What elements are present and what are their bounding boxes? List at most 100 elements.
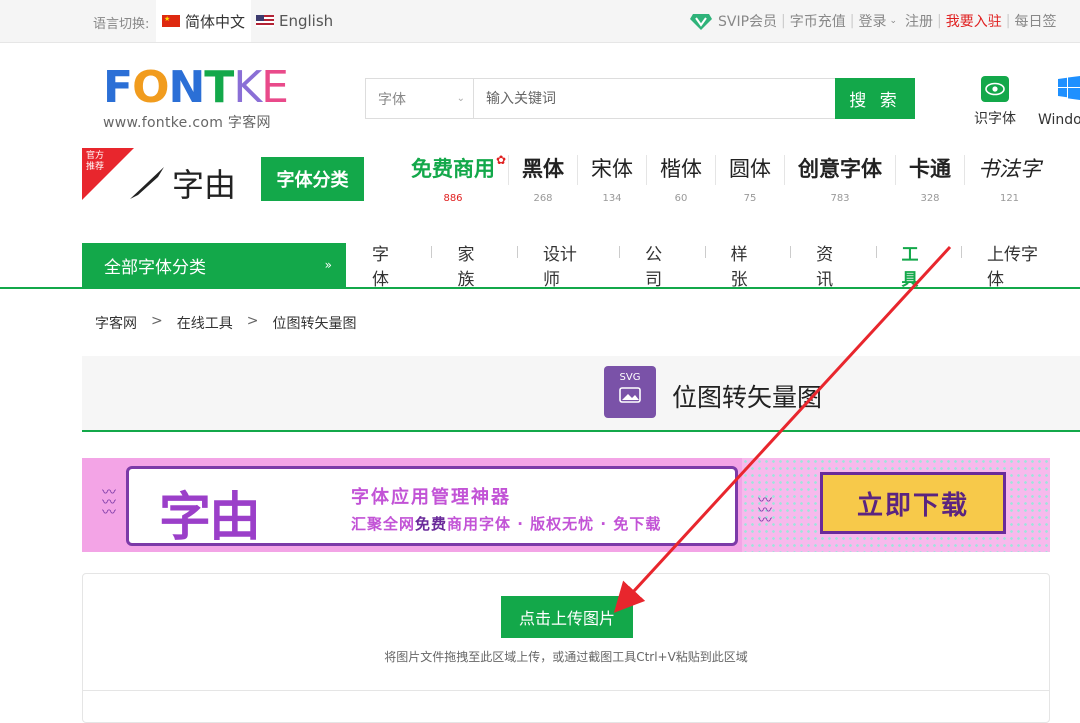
banner-subline-c: 商用字体 · 版权无忧 · 免下载 xyxy=(447,515,662,533)
windows-tool[interactable]: Windo xyxy=(1038,76,1080,128)
separator: | xyxy=(937,13,942,29)
lang-cn-label: 简体中文 xyxy=(185,12,246,31)
banner-brand: 字由 xyxy=(159,487,261,548)
font-cat-name: 宋体 xyxy=(591,157,633,181)
banner-wave-decoration: 〰〰〰 xyxy=(102,485,116,521)
font-cat-count: 121 xyxy=(999,193,1020,204)
font-cat-count: 75 xyxy=(743,193,757,204)
windows-label: Windo xyxy=(1038,112,1080,128)
daily-signin-link[interactable]: 每日签 xyxy=(1014,11,1056,31)
font-cat-name: 黑体 xyxy=(522,157,564,181)
user-links: SVIP会员 | 字币充值 | 登录 ⌄ 注册 | 我要入驻 | 每日签 xyxy=(690,11,1056,31)
search-type-value: 字体 xyxy=(378,91,406,108)
ziyou-ad-banner[interactable]: 〰〰〰 字由 字体应用管理神器 汇聚全网免费商用字体 · 版权无忧 · 免下载 … xyxy=(82,458,1050,552)
main-nav: 全部字体分类 » 字体 家族 设计师 公司 样张 资讯 工具 上传字体 xyxy=(0,240,1080,290)
tool-header: SVG 位图转矢量图 xyxy=(82,356,1080,432)
font-cat-creative[interactable]: 创意字体 783 xyxy=(785,155,896,204)
site-logo[interactable]: FONTKE www.fontke.com 字客网 xyxy=(103,62,289,132)
divider xyxy=(83,690,1049,691)
font-category-list: 免费商用 ✿ 886 黑体 268 宋体 134 楷体 60 圆体 75 创意字… xyxy=(398,153,1054,204)
login-link[interactable]: 登录 xyxy=(858,11,886,31)
font-cat-calligraphy[interactable]: 书法字 121 xyxy=(965,155,1054,204)
font-cat-name: 圆体 xyxy=(729,157,771,181)
font-cat-count: 134 xyxy=(602,193,622,204)
nav-items: 字体 家族 设计师 公司 样张 资讯 工具 上传字体 xyxy=(346,240,1080,290)
font-cat-heiti[interactable]: 黑体 268 xyxy=(509,155,578,204)
eye-scan-icon xyxy=(981,76,1009,102)
brush-stroke-icon xyxy=(130,167,164,199)
all-categories-menu[interactable]: 全部字体分类 » xyxy=(82,243,346,287)
breadcrumb-home[interactable]: 字客网 xyxy=(95,313,137,333)
font-cat-songti[interactable]: 宋体 134 xyxy=(578,155,647,204)
font-cat-cartoon[interactable]: 卡通 328 xyxy=(896,155,965,204)
us-flag-icon xyxy=(256,15,274,27)
china-flag-icon xyxy=(162,15,180,27)
font-cat-count: 328 xyxy=(920,193,940,204)
search-type-select[interactable]: 字体 ⌄ xyxy=(366,79,474,118)
nav-item-upload-font[interactable]: 上传字体 xyxy=(961,240,1080,290)
font-cat-free-commercial[interactable]: 免费商用 ✿ 886 xyxy=(398,153,509,204)
chevron-down-icon: ⌄ xyxy=(456,93,465,104)
banner-subline: 汇聚全网免费商用字体 · 版权无忧 · 免下载 xyxy=(351,513,661,534)
upload-hint: 将图片文件拖拽至此区域上传，或通过截图工具Ctrl+V粘贴到此区域 xyxy=(384,650,748,664)
banner-download-button[interactable]: 立即下载 xyxy=(820,472,1006,534)
breadcrumb: 字客网 > 在线工具 > 位图转矢量图 xyxy=(95,313,356,333)
vip-diamond-icon xyxy=(690,14,712,30)
nav-item-samples[interactable]: 样张 xyxy=(704,240,790,290)
join-link[interactable]: 我要入驻 xyxy=(946,11,1002,31)
logo-subtitle: www.fontke.com 字客网 xyxy=(103,115,271,131)
font-cat-name: 卡通 xyxy=(909,157,951,181)
ziyou-brand-name: 字由 xyxy=(172,166,237,204)
badge-text: 官方推荐 xyxy=(86,151,105,172)
lang-english[interactable]: English xyxy=(256,12,333,30)
double-chevron-down-icon: » xyxy=(324,258,332,272)
official-recommend-badge: 官方推荐 xyxy=(82,148,134,200)
separator: | xyxy=(781,13,786,29)
register-link[interactable]: 注册 xyxy=(905,11,933,31)
search-button[interactable]: 搜 索 xyxy=(835,78,915,119)
font-cat-name: 免费商用 xyxy=(411,157,495,181)
language-label: 语言切换: xyxy=(93,17,150,32)
breadcrumb-tools[interactable]: 在线工具 xyxy=(177,313,233,333)
chevron-down-icon: ⌄ xyxy=(889,16,898,26)
font-cat-kaiti[interactable]: 楷体 60 xyxy=(647,155,716,204)
font-cat-name: 楷体 xyxy=(660,157,702,181)
nav-item-families[interactable]: 家族 xyxy=(431,240,516,290)
nav-item-news[interactable]: 资讯 xyxy=(790,240,875,290)
logo-wordmark: FONTKE xyxy=(103,62,289,113)
all-categories-label: 全部字体分类 xyxy=(104,257,206,278)
upload-dropzone[interactable]: 点击上传图片 将图片文件拖拽至此区域上传，或通过截图工具Ctrl+V粘贴到此区域 xyxy=(82,573,1050,723)
banner-headline: 字体应用管理神器 xyxy=(351,487,511,508)
identify-font-tool[interactable]: 识字体 xyxy=(972,76,1018,128)
recharge-link[interactable]: 字币充值 xyxy=(790,11,846,31)
breadcrumb-current: 位图转矢量图 xyxy=(272,316,357,332)
lang-simplified-chinese[interactable]: 简体中文 xyxy=(156,0,251,42)
nav-item-tools[interactable]: 工具 xyxy=(875,240,961,290)
banner-card: 字由 字体应用管理神器 汇聚全网免费商用字体 · 版权无忧 · 免下载 xyxy=(126,466,738,548)
ziyou-brand[interactable]: 字由 xyxy=(128,160,236,206)
identify-font-label: 识字体 xyxy=(974,111,1016,127)
search-input[interactable] xyxy=(474,79,835,118)
separator: | xyxy=(849,13,855,29)
top-bar: 语言切换: 简体中文 English SVIP会员 | 字币充值 | 登录 ⌄ … xyxy=(0,0,1080,43)
svg-icon-label: SVG xyxy=(619,372,641,383)
font-cat-yuanti[interactable]: 圆体 75 xyxy=(716,155,785,204)
lang-en-label: English xyxy=(279,12,334,30)
breadcrumb-separator: > xyxy=(151,313,163,329)
maple-leaf-icon: ✿ xyxy=(495,153,506,167)
font-category-button[interactable]: 字体分类 xyxy=(261,157,364,201)
banner-wave-decoration: 〰〰〰 xyxy=(758,493,772,529)
font-cat-count: 268 xyxy=(533,193,553,204)
nav-item-designers[interactable]: 设计师 xyxy=(516,240,619,290)
banner-subline-a: 汇聚全网 xyxy=(351,515,416,533)
windows-icon xyxy=(1058,76,1080,100)
nav-item-companies[interactable]: 公司 xyxy=(619,240,704,290)
svg-image-icon: SVG xyxy=(604,366,656,418)
separator: | xyxy=(1005,13,1011,29)
banner-subline-b: 免费 xyxy=(415,515,448,533)
nav-item-fonts[interactable]: 字体 xyxy=(346,240,431,290)
svip-link[interactable]: SVIP会员 xyxy=(718,11,777,31)
font-cat-count: 60 xyxy=(674,193,688,204)
search-bar: 字体 ⌄ 搜 索 xyxy=(365,78,915,119)
upload-image-button[interactable]: 点击上传图片 xyxy=(501,596,633,638)
